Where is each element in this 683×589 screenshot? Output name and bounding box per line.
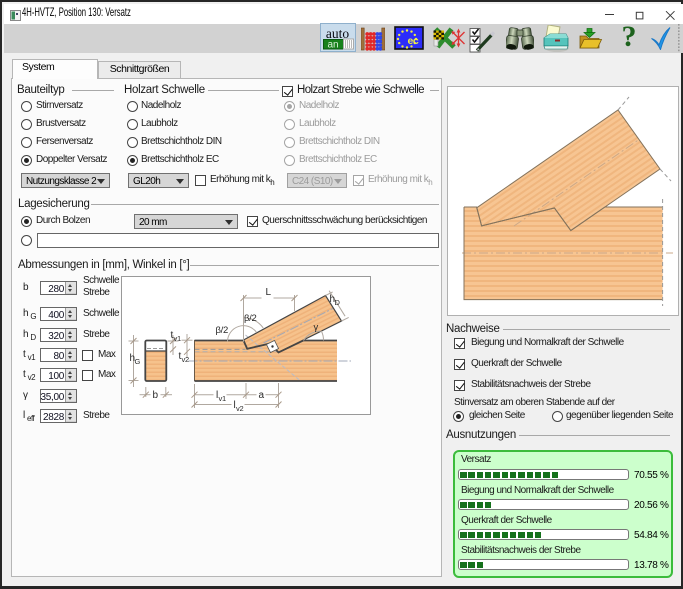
svg-text:b: b bbox=[153, 390, 159, 401]
svg-text:ec: ec bbox=[408, 35, 419, 47]
svg-text:v2: v2 bbox=[236, 404, 243, 413]
svg-text:β/2: β/2 bbox=[244, 313, 257, 324]
svg-text:γ: γ bbox=[314, 322, 319, 333]
svg-text:a: a bbox=[259, 390, 265, 401]
svg-text:an: an bbox=[327, 40, 338, 51]
svg-text:v2: v2 bbox=[182, 355, 189, 364]
svg-text:v1: v1 bbox=[174, 334, 181, 343]
svg-text:G: G bbox=[135, 357, 141, 366]
svg-text:D: D bbox=[335, 298, 341, 307]
svg-text:β/2: β/2 bbox=[216, 325, 229, 336]
svg-text:L: L bbox=[266, 287, 272, 298]
svg-text:v1: v1 bbox=[219, 394, 226, 403]
